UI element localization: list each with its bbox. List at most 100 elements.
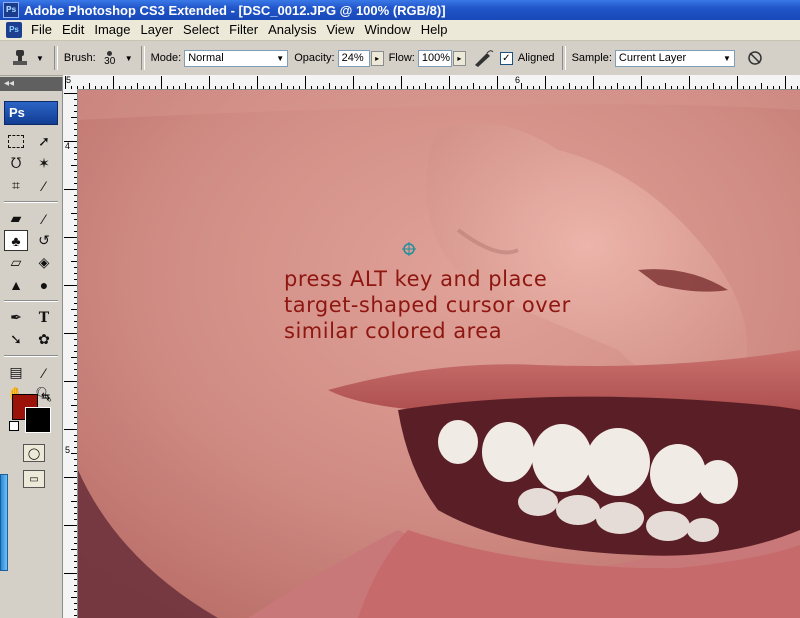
toolbox-ps-logo[interactable]: Ps — [4, 101, 58, 125]
checkmark-icon: ✓ — [502, 52, 511, 64]
ruler-tick — [407, 86, 408, 89]
toolbox-collapse-button[interactable]: ◂◂ — [0, 77, 62, 91]
ruler-tick — [74, 159, 77, 160]
notes-tool[interactable]: ▤ — [4, 362, 28, 383]
ruler-tick — [737, 76, 738, 89]
bandage-icon: ▰ — [10, 210, 22, 226]
custom-shape-tool[interactable]: ✿ — [32, 329, 56, 350]
opacity-slider-button[interactable]: ▸ — [370, 50, 384, 66]
ruler-number: 5 — [66, 75, 72, 85]
ruler-tick — [74, 123, 77, 124]
ruler-tick — [74, 447, 77, 448]
ruler-tick — [74, 465, 77, 466]
ruler-tick — [467, 86, 468, 89]
ruler-tick — [443, 86, 444, 89]
flow-slider-button[interactable]: ▸ — [452, 50, 466, 66]
swap-colors-icon[interactable]: ⇆ — [41, 390, 50, 403]
menu-edit[interactable]: Edit — [57, 20, 89, 40]
ruler-tick — [74, 543, 77, 544]
ruler-tick — [749, 86, 750, 89]
magic-wand-tool[interactable]: ✶ — [32, 153, 56, 174]
paint-bucket-tool[interactable]: ◈ — [32, 252, 56, 273]
tool-preset-picker[interactable]: ▼ — [10, 48, 44, 68]
brush-tool[interactable]: ⁄ — [32, 208, 56, 229]
ignore-adjustment-layers-icon[interactable] — [745, 49, 765, 67]
sample-select[interactable]: Current Layer ▼ — [614, 49, 735, 67]
ruler-tick — [71, 597, 77, 598]
flow-label: Flow: — [388, 52, 415, 64]
magic-wand-icon: ✶ — [38, 155, 50, 171]
ruler-tick — [605, 86, 606, 89]
eraser-tool[interactable]: ▱ — [4, 252, 28, 273]
default-colors-icon[interactable] — [9, 421, 19, 431]
pen-tool[interactable]: ✒ — [4, 307, 28, 328]
ruler-tick — [773, 86, 774, 89]
sample-value: Current Layer — [618, 52, 687, 64]
ruler-tick — [74, 201, 77, 202]
menu-help[interactable]: Help — [416, 20, 453, 40]
ruler-tick — [275, 86, 276, 89]
menu-window[interactable]: Window — [359, 20, 415, 40]
brush-label: Brush: — [63, 52, 96, 64]
flow-input[interactable]: 100% — [417, 49, 452, 67]
ruler-tick — [74, 411, 77, 412]
screen-mode-button[interactable]: ▭ — [23, 470, 45, 488]
marquee-tool[interactable] — [4, 131, 28, 152]
menu-layer[interactable]: Layer — [136, 20, 179, 40]
instruction-annotation: press ALT key and place target-shaped cu… — [284, 266, 624, 344]
menu-view[interactable]: View — [321, 20, 359, 40]
ruler-tick — [64, 381, 77, 382]
clone-stamp-tool[interactable]: ♣ — [4, 230, 28, 251]
ruler-tick — [74, 177, 77, 178]
aligned-checkbox[interactable]: ✓ — [499, 51, 513, 65]
menu-bar: Ps File Edit Image Layer Select Filter A… — [0, 20, 800, 41]
brush-dropdown-arrow-icon[interactable]: ▼ — [125, 54, 133, 63]
ruler-tick — [119, 86, 120, 89]
ruler-tick — [347, 86, 348, 89]
vertical-ruler[interactable]: 45 — [63, 89, 78, 618]
airbrush-icon[interactable] — [472, 48, 496, 68]
brush-picker[interactable]: 30 — [99, 49, 121, 67]
type-tool[interactable]: T — [32, 307, 56, 328]
menu-image[interactable]: Image — [89, 20, 135, 40]
ruler-tick — [707, 86, 708, 89]
brush-icon: ⁄ — [42, 210, 46, 227]
horizontal-ruler[interactable]: 56 — [63, 75, 800, 90]
document-canvas[interactable]: press ALT key and place target-shaped cu… — [78, 90, 800, 618]
ruler-tick — [74, 483, 77, 484]
eyedropper-tool[interactable]: ⁄ — [32, 362, 56, 383]
crop-tool[interactable]: ⌗ — [4, 175, 28, 196]
ruler-tick — [74, 579, 77, 580]
ruler-tick — [335, 86, 336, 89]
blur-tool[interactable]: ▲ — [4, 274, 28, 295]
ruler-tick — [491, 86, 492, 89]
document-icon[interactable]: Ps — [6, 22, 22, 38]
ruler-tick — [74, 147, 77, 148]
opacity-input[interactable]: 24% — [337, 49, 370, 67]
menu-analysis[interactable]: Analysis — [263, 20, 321, 40]
lasso-tool[interactable]: ᘮ — [4, 153, 28, 174]
ruler-tick — [263, 86, 264, 89]
move-tool[interactable]: ➚ — [32, 131, 56, 152]
history-brush-tool[interactable]: ↺ — [32, 230, 56, 251]
collapsed-panel-edge[interactable] — [0, 474, 8, 571]
ruler-tick — [527, 86, 528, 89]
quick-mask-button[interactable]: ◯ — [23, 444, 45, 462]
background-color-swatch[interactable] — [25, 407, 51, 433]
mode-select[interactable]: Normal ▼ — [184, 49, 289, 67]
eyedropper-slice-tool[interactable]: ⁄ — [32, 175, 56, 196]
ruler-tick — [425, 83, 426, 89]
path-selection-tool[interactable]: ➘ — [4, 329, 28, 350]
ruler-tick — [74, 567, 77, 568]
preset-dropdown-arrow-icon: ▼ — [36, 53, 44, 63]
ruler-tick — [101, 86, 102, 89]
ruler-tick — [74, 507, 77, 508]
menu-filter[interactable]: Filter — [224, 20, 263, 40]
menu-select[interactable]: Select — [178, 20, 224, 40]
healing-brush-tool[interactable]: ▰ — [4, 208, 28, 229]
ruler-tick — [755, 86, 756, 89]
menu-file[interactable]: File — [26, 20, 57, 40]
ruler-tick — [305, 76, 306, 89]
dodge-tool[interactable]: ● — [32, 274, 56, 295]
ruler-tick — [359, 86, 360, 89]
